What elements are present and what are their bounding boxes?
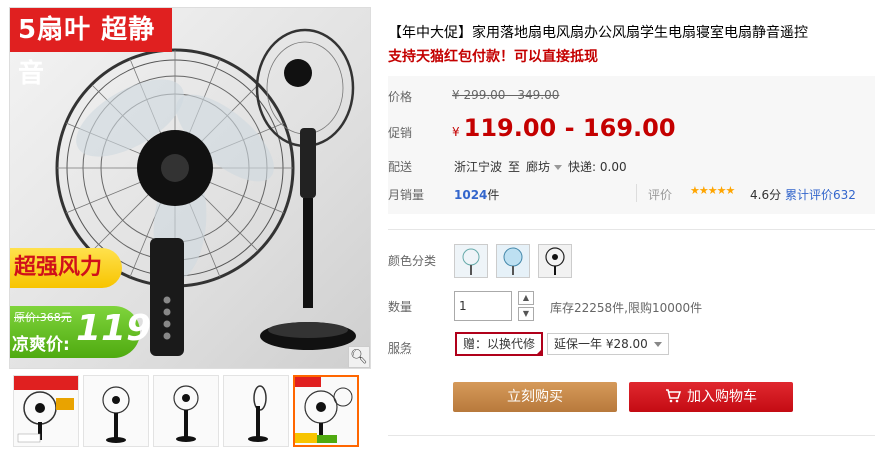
chevron-down-icon [653,342,662,347]
rating-score: 4.6分 [750,188,782,202]
review-count-link[interactable]: 累计评价632 [785,186,856,203]
divider [388,229,875,230]
badge-original-price: 原价:368元 [14,311,72,324]
main-product-image[interactable]: 5扇叶 超静音 超强风力 原价:368元 凉爽价: 119 🔍︎ [9,7,371,369]
thumbnail-5[interactable] [293,375,359,447]
add-to-cart-label: 加入购物车 [687,389,757,405]
fan-swatch-icon [539,245,571,277]
chevron-up-icon[interactable]: ▲ [518,291,534,305]
thumbnail-fan-icon [173,385,199,442]
warranty-value: 延保一年 ¥28.00 [554,337,648,351]
service-label: 服务 [388,341,413,355]
ship-to-selector[interactable]: 廊坊 [526,160,550,174]
color-label: 颜色分类 [388,254,437,268]
quantity-input[interactable]: 1 [454,291,512,321]
color-options [454,244,572,278]
divider [388,435,875,436]
monthly-sales: 1024件 [454,186,499,203]
promo-label: 促销 [388,126,413,140]
thumbnail-strip [9,373,371,451]
chevron-down-icon[interactable] [554,165,563,170]
original-price: ¥ 299.00 - 349.00 [452,88,560,102]
chevron-down-icon[interactable]: ▼ [518,307,534,321]
thumbnail-1[interactable] [13,375,79,447]
color-option-3[interactable] [538,244,572,278]
color-option-2[interactable] [496,244,530,278]
monthly-sales-label: 月销量 [388,188,425,202]
badge-cool-price-label: 凉爽价: [12,335,70,355]
thumbnail-4[interactable] [223,375,289,447]
promo-currency: ¥ [452,125,460,139]
warranty-select[interactable]: 延保一年 ¥28.00 [547,333,669,355]
fan-swatch-icon [497,245,529,277]
service-gift-option[interactable]: 赠：以换代修 [455,332,544,356]
sales-unit: 件 [487,188,500,202]
fan-swatch-icon [455,245,487,277]
five-blades-badge: 5扇叶 超静音 [10,8,172,89]
stock-info: 库存22258件,限购10000件 [550,301,703,315]
product-title: 【年中大促】家用落地扇电风扇办公风扇学生电扇寝室电扇静音遥控 [388,25,808,41]
thumbnail-fan-icon [14,376,78,443]
ship-to-word: 至 [508,160,521,174]
thumbnail-2[interactable] [83,375,149,447]
thumbnail-fan-icon [295,377,353,443]
divider [636,184,637,202]
promo-price-value: 119.00 - 169.00 [463,114,676,142]
shipping-info: 浙江宁波至廊坊 快递: 0.00 [454,158,627,175]
cool-price-badge: 原价:368元 凉爽价: 119 [10,306,151,358]
buy-now-button[interactable]: 立刻购买 [453,382,617,412]
strong-wind-badge: 超强风力 [10,248,122,288]
product-subtitle: 支持天猫红包付款！可以直接抵现 [388,49,598,65]
star-rating-icon: ★★★★★ [690,184,735,197]
cart-icon [665,382,682,412]
thumbnail-fan-icon [248,385,268,442]
sales-count: 1024 [454,188,488,202]
quantity-label: 数量 [388,300,413,314]
promo-price: ¥119.00 - 169.00 [452,114,676,142]
add-to-cart-button[interactable]: 加入购物车 [629,382,793,412]
ship-from: 浙江宁波 [454,160,503,174]
color-option-1[interactable] [454,244,488,278]
thumbnail-fan-icon [102,386,130,443]
thumbnail-3[interactable] [153,375,219,447]
product-gallery: 5扇叶 超静音 超强风力 原价:368元 凉爽价: 119 🔍︎ [9,7,371,451]
ship-fee: 快递: 0.00 [568,160,627,174]
product-info: 【年中大促】家用落地扇电风扇办公风扇学生电扇寝室电扇静音遥控 支持天猫红包付款！… [388,0,875,451]
rating-label: 评价 [648,188,673,202]
price-label: 价格 [388,90,413,104]
shipping-label: 配送 [388,160,413,174]
magnifier-icon[interactable]: 🔍︎ [348,346,370,368]
badge-cool-price: 119 [76,308,152,349]
